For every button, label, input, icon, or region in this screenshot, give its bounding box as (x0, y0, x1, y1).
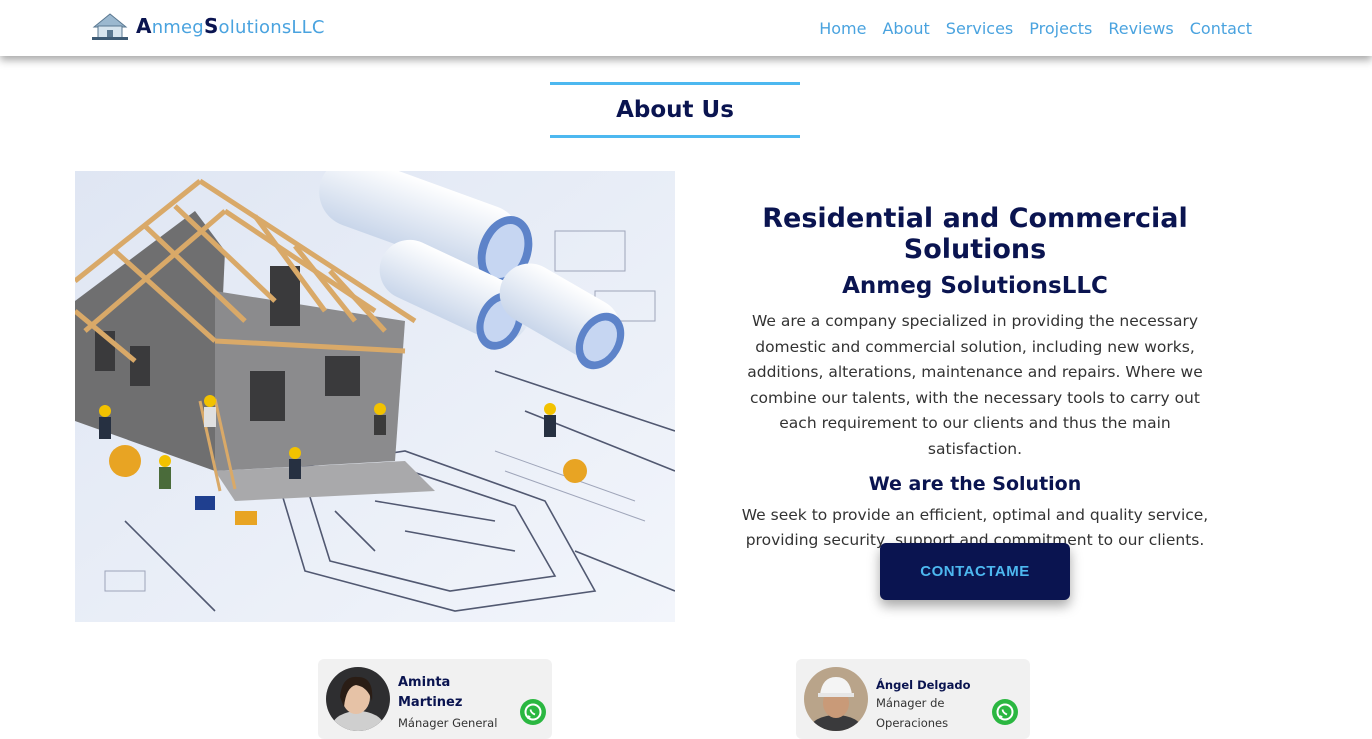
team-card-aminta: Aminta Martinez Mánager General (318, 659, 552, 739)
about-content: Residential and Commercial Solutions Anm… (690, 200, 1260, 554)
avatar (326, 667, 390, 731)
section-title: About Us (550, 82, 800, 138)
logo[interactable]: AnmegSolutionsLLC (90, 11, 325, 41)
solution-heading: We are the Solution (868, 472, 1082, 495)
nav-services[interactable]: Services (946, 19, 1013, 38)
house-logo-icon (92, 13, 128, 40)
logo-text: AnmegSolutionsLLC (136, 14, 325, 38)
avatar (804, 667, 868, 731)
team-member-role: Mánager de Operaciones (876, 696, 949, 730)
nav-home[interactable]: Home (819, 19, 866, 38)
main-heading: Residential and Commercial Solutions (762, 203, 1188, 265)
whatsapp-icon[interactable] (520, 699, 546, 725)
team-member-name: Aminta Martinez (398, 675, 463, 710)
nav-contact[interactable]: Contact (1190, 19, 1252, 38)
company-description: We are a company specialized in providin… (747, 312, 1203, 458)
nav-reviews[interactable]: Reviews (1108, 19, 1173, 38)
construction-house-image (75, 171, 675, 622)
team-card-angel: Ángel Delgado Mánager de Operaciones (796, 659, 1030, 739)
main-nav: Home About Services Projects Reviews Con… (819, 19, 1252, 38)
whatsapp-icon[interactable] (992, 699, 1018, 725)
team-member-role: Mánager General (398, 716, 498, 730)
site-header: AnmegSolutionsLLC Home About Services Pr… (0, 0, 1372, 56)
nav-projects[interactable]: Projects (1029, 19, 1092, 38)
nav-about[interactable]: About (882, 19, 929, 38)
team-member-name: Ángel Delgado (876, 678, 971, 692)
company-name: Anmeg SolutionsLLC (842, 273, 1108, 299)
contact-button[interactable]: CONTACTAME (880, 543, 1070, 600)
